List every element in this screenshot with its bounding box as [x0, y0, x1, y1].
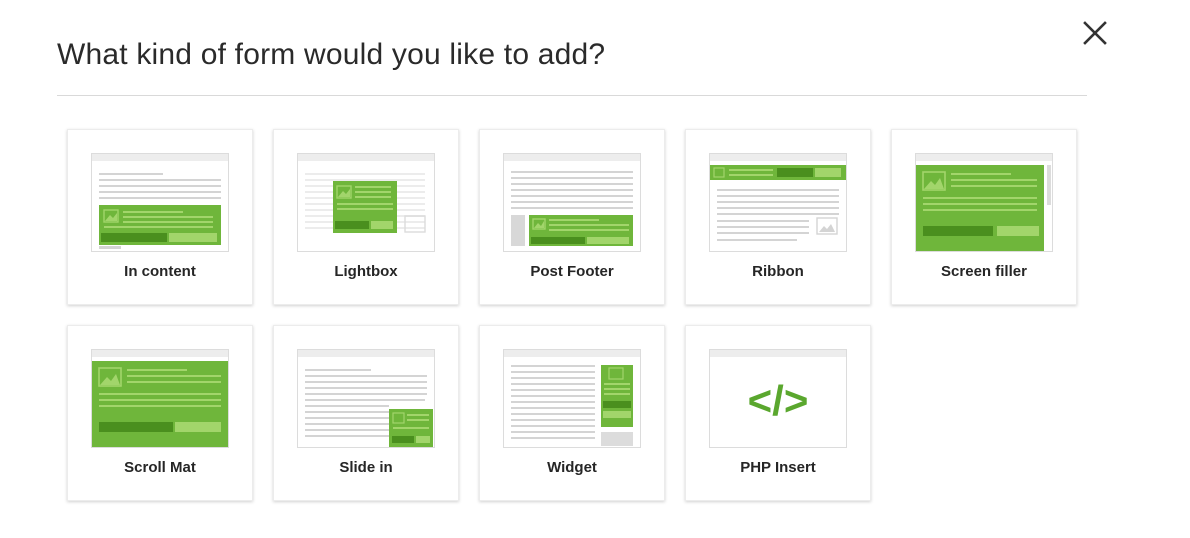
- form-type-card-post-footer[interactable]: Post Footer: [479, 129, 665, 305]
- close-icon: [1083, 21, 1107, 45]
- form-type-card-screen-filler[interactable]: Screen filler: [891, 129, 1077, 305]
- form-type-card-lightbox[interactable]: Lightbox: [273, 129, 459, 305]
- form-type-card-widget[interactable]: Widget: [479, 325, 665, 501]
- form-type-card-scroll-mat[interactable]: Scroll Mat: [67, 325, 253, 501]
- card-label: Lightbox: [334, 263, 398, 280]
- in-content-thumbnail: [91, 153, 229, 252]
- card-label: Ribbon: [752, 263, 804, 280]
- form-type-grid: In content Lightbox Post Footer Ribbon S…: [67, 129, 1077, 501]
- slide-in-thumbnail: [297, 349, 435, 448]
- card-label: PHP Insert: [740, 459, 816, 476]
- form-type-card-php-insert[interactable]: </> PHP Insert: [685, 325, 871, 501]
- card-label: Scroll Mat: [124, 459, 196, 476]
- card-label: Widget: [547, 459, 597, 476]
- lightbox-thumbnail: [297, 153, 435, 252]
- card-label: Slide in: [339, 459, 393, 476]
- code-icon: </>: [748, 377, 809, 424]
- card-label: Screen filler: [941, 263, 1027, 280]
- form-type-card-slide-in[interactable]: Slide in: [273, 325, 459, 501]
- scroll-mat-thumbnail: [91, 349, 229, 448]
- close-button[interactable]: [1080, 18, 1110, 48]
- screen-filler-thumbnail: [915, 153, 1053, 252]
- form-type-card-ribbon[interactable]: Ribbon: [685, 129, 871, 305]
- php-insert-thumbnail: </>: [709, 349, 847, 448]
- ribbon-thumbnail: [709, 153, 847, 252]
- card-label: Post Footer: [530, 263, 614, 280]
- header-divider: [57, 95, 1087, 96]
- widget-thumbnail: [503, 349, 641, 448]
- form-type-card-in-content[interactable]: In content: [67, 129, 253, 305]
- post-footer-thumbnail: [503, 153, 641, 252]
- card-label: In content: [124, 263, 196, 280]
- modal-title: What kind of form would you like to add?: [57, 38, 606, 71]
